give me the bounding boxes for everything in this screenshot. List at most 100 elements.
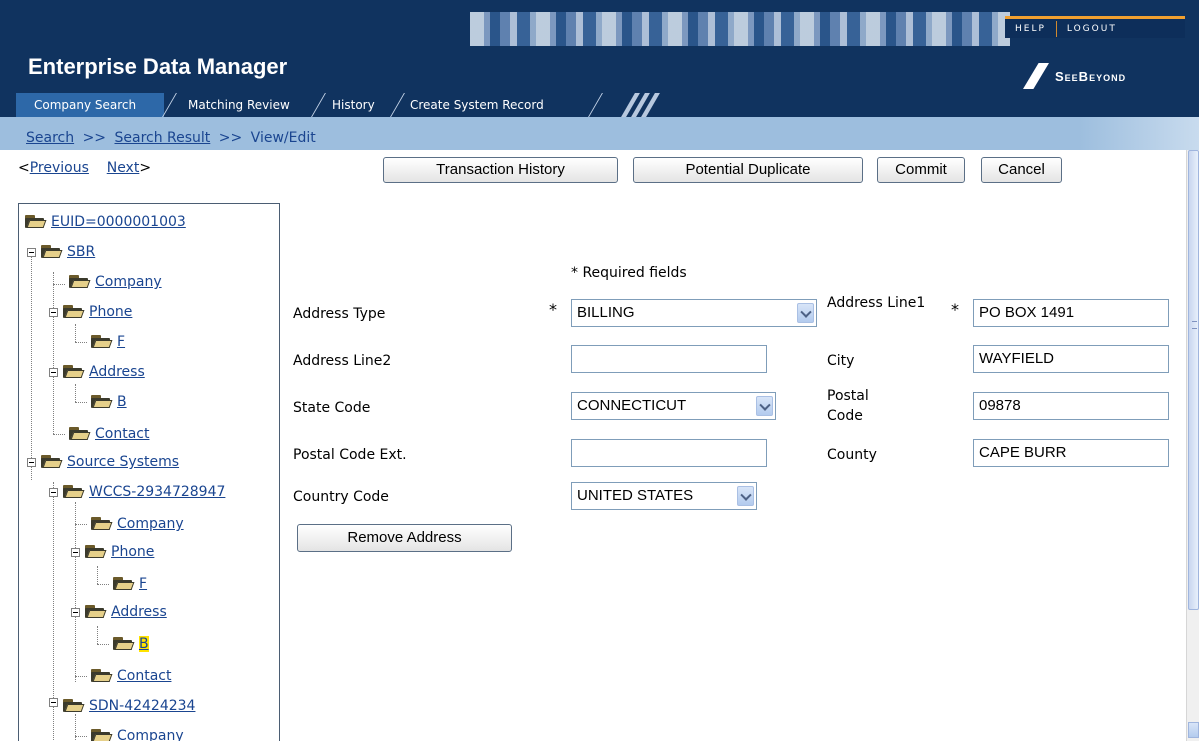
tree-link-sbr-phone-f[interactable]: F [117, 334, 125, 350]
folder-icon [113, 637, 135, 651]
tree-link-sdn-company[interactable]: Company [117, 728, 184, 741]
tree-connector [97, 626, 98, 644]
tree-node-sbr: SBR [41, 242, 95, 262]
collapse-wccs-phone-icon[interactable] [71, 548, 80, 557]
postal-code-ext-field[interactable] [571, 439, 767, 467]
collapse-source-systems-icon[interactable] [27, 458, 36, 467]
tree-link-sbr-address[interactable]: Address [89, 364, 145, 380]
breadcrumb-search-result[interactable]: Search Result [114, 130, 210, 146]
collapse-phone-icon[interactable] [49, 308, 58, 317]
tree-node-wccs-address: Address [85, 602, 167, 622]
tree-link-sbr-contact[interactable]: Contact [95, 426, 149, 442]
tree-node-wccs-phone: Phone [85, 542, 154, 562]
tree-connector [53, 272, 54, 434]
main-tabs: Company Search Matching Review History C… [0, 93, 1199, 117]
tree-link-wccs-phone[interactable]: Phone [111, 544, 154, 560]
required-marker: * [549, 300, 557, 319]
city-field[interactable]: WAYFIELD [973, 345, 1169, 373]
tree-link-sbr-phone[interactable]: Phone [89, 304, 132, 320]
tree-node-wccs-contact: Contact [91, 666, 171, 686]
folder-icon [63, 699, 85, 713]
chevron-down-icon[interactable] [737, 486, 754, 506]
tree-node-sbr-phone-f: F [91, 332, 125, 352]
folder-icon [69, 275, 91, 289]
postal-code-field[interactable]: 09878 [973, 392, 1169, 420]
folder-icon [63, 365, 85, 379]
potential-duplicate-button[interactable]: Potential Duplicate [633, 157, 863, 183]
tree-node-sdn: SDN-42424234 [63, 696, 195, 716]
collapse-wccs-icon[interactable] [49, 488, 58, 497]
tree-link-wccs-contact[interactable]: Contact [117, 668, 171, 684]
tab-history[interactable]: History [314, 93, 392, 117]
tab-company-search[interactable]: Company Search [16, 93, 164, 117]
folder-icon [91, 395, 113, 409]
folder-icon [63, 485, 85, 499]
tree-link-euid[interactable]: EUID=0000001003 [51, 214, 186, 230]
app-header: HELP LOGOUT Enterprise Data Manager SeeB… [0, 0, 1199, 117]
city-label: City [827, 353, 855, 369]
pager-lt: < [18, 160, 30, 176]
chevron-down-icon[interactable] [797, 303, 814, 323]
help-link[interactable]: HELP [1005, 24, 1056, 34]
tree-node-sbr-contact: Contact [69, 424, 149, 444]
tab-matching-review[interactable]: Matching Review [170, 93, 313, 117]
logout-link[interactable]: LOGOUT [1057, 24, 1127, 34]
collapse-wccs-address-icon[interactable] [71, 608, 80, 617]
previous-link[interactable]: Previous [30, 160, 89, 176]
folder-icon [91, 517, 113, 531]
tree-node-euid: EUID=0000001003 [25, 212, 186, 232]
tree-link-sbr-company[interactable]: Company [95, 274, 162, 290]
tree-connector [53, 284, 65, 285]
tree-node-sbr-address-b: B [91, 392, 127, 412]
collapse-address-icon[interactable] [49, 368, 58, 377]
tree-connector [53, 434, 65, 435]
tab-create-system-record[interactable]: Create System Record [392, 93, 590, 117]
commit-button[interactable]: Commit [877, 157, 965, 183]
header-decoration [470, 12, 1010, 46]
tree-connector [75, 524, 87, 525]
collapse-sbr-icon[interactable] [27, 248, 36, 257]
address-line1-field[interactable]: PO BOX 1491 [973, 299, 1169, 327]
country-code-select[interactable]: UNITED STATES [571, 482, 757, 510]
tree-link-sbr-address-b[interactable]: B [117, 394, 127, 410]
tree-link-sbr[interactable]: SBR [67, 244, 95, 260]
folder-icon [41, 455, 63, 469]
folder-icon [91, 669, 113, 683]
tree-node-wccs-address-b: B [113, 634, 149, 654]
tree-link-wccs-phone-f[interactable]: F [139, 576, 147, 592]
tree-link-wccs-address-b-selected[interactable]: B [139, 636, 149, 652]
folder-icon [91, 335, 113, 349]
address-type-select[interactable]: BILLING [571, 299, 817, 327]
cancel-button[interactable]: Cancel [981, 157, 1062, 183]
collapse-sdn-icon[interactable] [49, 698, 58, 707]
tree-link-wccs[interactable]: WCCS-2934728947 [89, 484, 225, 500]
logo-mark-icon [1023, 63, 1049, 89]
tree-link-wccs-address[interactable]: Address [111, 604, 167, 620]
record-tree: EUID=0000001003 SBR Company Phone F Addr… [18, 203, 280, 741]
folder-icon [25, 215, 47, 229]
address-line1-label: Address Line1 [827, 295, 926, 311]
tree-link-sdn[interactable]: SDN-42424234 [89, 698, 195, 714]
breadcrumb-search[interactable]: Search [26, 130, 74, 146]
county-field[interactable]: CAPE BURR [973, 439, 1169, 467]
breadcrumb-separator: >> [82, 130, 107, 146]
next-link[interactable]: Next [107, 160, 140, 176]
state-code-select[interactable]: CONNECTICUT [571, 392, 776, 420]
address-line2-label: Address Line2 [293, 353, 392, 369]
remove-address-button[interactable]: Remove Address [297, 524, 512, 552]
tree-connector [75, 342, 87, 343]
tree-connector [31, 252, 32, 480]
tree-node-sbr-address: Address [63, 362, 145, 382]
tree-connector [75, 676, 87, 677]
tree-node-wccs-phone-f: F [113, 574, 147, 594]
scroll-down-icon[interactable] [1188, 722, 1199, 738]
tree-node-sbr-company: Company [69, 272, 162, 292]
scrollbar-thumb[interactable] [1188, 150, 1199, 610]
page-scrollbar[interactable] [1186, 150, 1199, 741]
transaction-history-button[interactable]: Transaction History [383, 157, 618, 183]
tree-link-source-systems[interactable]: Source Systems [67, 454, 179, 470]
tree-link-wccs-company[interactable]: Company [117, 516, 184, 532]
chevron-down-icon[interactable] [756, 396, 773, 416]
address-line2-field[interactable] [571, 345, 767, 373]
pager-gt: > [139, 160, 152, 176]
